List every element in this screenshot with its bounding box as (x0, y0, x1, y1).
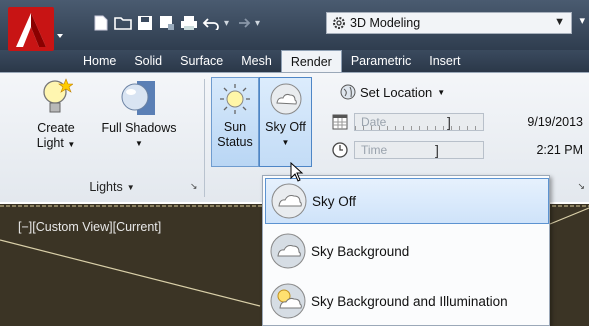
undo-dropdown-icon[interactable]: ▾ (224, 18, 229, 29)
application-menu-button[interactable] (8, 7, 66, 53)
date-slider-ticks (355, 126, 483, 130)
full-shadows-button[interactable]: Full Shadows ▼ (94, 77, 184, 151)
clock-icon (332, 142, 348, 158)
customize-toolbar-icon[interactable]: ▾ (579, 14, 585, 27)
lights-panel-title[interactable]: Lights ▼ (22, 177, 202, 197)
create-light-button[interactable]: Create Light ▼ (26, 77, 86, 152)
viewport-controls-label[interactable]: [−][Custom View][Current] (18, 220, 161, 234)
gear-icon (333, 17, 345, 29)
lights-panel-label: Lights (89, 180, 123, 194)
full-shadows-label: Full Shadows (101, 121, 177, 135)
new-file-icon[interactable] (92, 14, 110, 32)
tab-render[interactable]: Render (280, 50, 342, 73)
tab-home[interactable]: Home (74, 50, 125, 72)
sky-off-label: Sky Off (265, 120, 306, 134)
sky-off-dropdown-icon[interactable]: ▼ (282, 135, 290, 150)
workspace-switcher[interactable]: 3D Modeling ▼ (326, 12, 572, 34)
sky-off-icon (271, 183, 307, 219)
save-icon[interactable] (136, 14, 154, 32)
redo-dropdown-icon[interactable]: ▾ (255, 18, 260, 29)
sky-illumination-icon (270, 283, 306, 319)
workspace-name: 3D Modeling (350, 16, 421, 30)
time-value: 2:21 PM (536, 143, 583, 157)
date-value: 9/19/2013 (527, 115, 583, 129)
menu-item-label: Sky Background and Illumination (311, 293, 508, 309)
title-bar: ▾ ▾ 3D Modeling ▼ ▾ (0, 0, 589, 53)
open-folder-icon[interactable] (114, 14, 132, 32)
time-slider[interactable]: Time ] (354, 141, 484, 159)
create-light-dropdown-icon[interactable]: ▼ (67, 140, 75, 149)
tab-mesh[interactable]: Mesh (232, 50, 281, 72)
full-shadows-dropdown-icon[interactable]: ▼ (135, 136, 143, 151)
menu-item-sky-off[interactable]: Sky Off (265, 178, 549, 224)
mouse-cursor-icon (290, 162, 304, 182)
undo-icon[interactable] (202, 14, 220, 32)
calendar-icon (332, 114, 348, 130)
menu-item-sky-background-illumination[interactable]: Sky Background and Illumination (265, 278, 549, 324)
sky-background-icon (270, 233, 306, 269)
time-control: Time ] 2:21 PM (332, 139, 589, 161)
lights-dialog-launcher-icon[interactable]: ↘ (190, 181, 198, 192)
menu-item-sky-background[interactable]: Sky Background (265, 228, 549, 274)
time-slider-thumb[interactable]: ] (435, 142, 439, 158)
sun-status-label-1: Sun (223, 120, 247, 134)
sun-status-button[interactable]: Sun Status (211, 77, 259, 167)
tab-solid[interactable]: Solid (125, 50, 171, 72)
sun-dialog-launcher-icon[interactable]: ↘ (577, 181, 585, 192)
set-location-button[interactable]: Set Location ▼ (340, 83, 445, 101)
date-slider[interactable]: Date ] (354, 113, 484, 131)
lights-panel-expand-icon[interactable]: ▼ (127, 183, 135, 192)
create-light-label-2: Light (36, 136, 64, 150)
save-as-icon[interactable] (158, 14, 176, 32)
tab-insert[interactable]: Insert (420, 50, 469, 72)
sky-off-button[interactable]: Sky Off ▼ (259, 77, 312, 167)
redo-icon[interactable] (233, 14, 251, 32)
sky-dropdown-menu: Sky Off Sky Background Sky Background an… (262, 175, 550, 326)
menu-item-label: Sky Background (311, 243, 410, 259)
panel-separator (204, 79, 205, 197)
sky-off-icon (270, 83, 301, 115)
set-location-dropdown-icon[interactable]: ▼ (437, 88, 445, 97)
set-location-label: Set Location (360, 84, 433, 100)
time-slider-label: Time (361, 143, 388, 157)
create-light-label-1: Create (37, 121, 75, 135)
sun-icon (220, 84, 250, 114)
print-icon[interactable] (180, 14, 198, 32)
date-control: Date ] 9/19/2013 (332, 111, 589, 133)
sun-status-label-2: Status (217, 135, 253, 149)
globe-icon (340, 84, 356, 100)
ribbon-tabs: Home Solid Surface Mesh Render Parametri… (74, 50, 470, 73)
shadows-sphere-icon (121, 81, 155, 115)
light-bulb-icon (43, 78, 73, 113)
quick-access-toolbar: ▾ ▾ (92, 12, 260, 34)
tab-surface[interactable]: Surface (171, 50, 232, 72)
workspace-dropdown-icon[interactable]: ▼ (554, 16, 565, 28)
tab-parametric[interactable]: Parametric (342, 50, 420, 72)
menu-item-label: Sky Off (312, 193, 357, 209)
